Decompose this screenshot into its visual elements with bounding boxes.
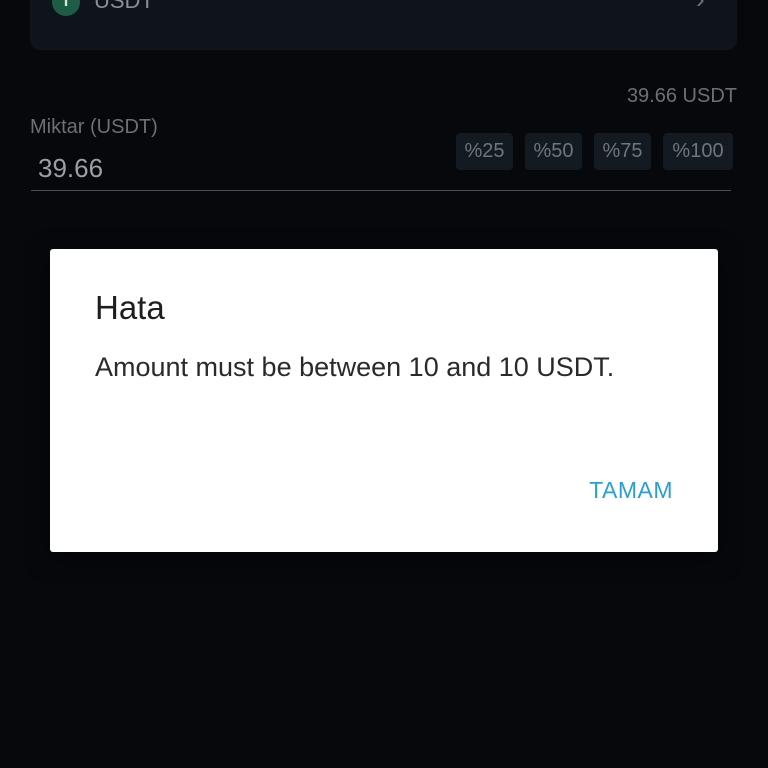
- asset-name: USDT: [94, 0, 154, 13]
- percent-100-button[interactable]: %100: [663, 133, 733, 170]
- percent-75-button[interactable]: %75: [594, 133, 651, 170]
- percent-25-button[interactable]: %25: [456, 133, 513, 170]
- amount-label: Miktar (USDT): [30, 116, 158, 138]
- error-dialog: Hata Amount must be between 10 and 10 US…: [50, 249, 718, 552]
- percent-buttons: %25 %50 %75 %100: [456, 133, 733, 170]
- dialog-message: Amount must be between 10 and 10 USDT.: [95, 352, 615, 382]
- ok-button[interactable]: TAMAM: [589, 477, 673, 504]
- chevron-right-icon: ›: [696, 0, 705, 12]
- percent-50-button[interactable]: %50: [525, 133, 582, 170]
- dialog-title: Hata: [95, 289, 165, 326]
- withdraw-screen: T USDT › 39.66 USDT Miktar (USDT) %25 %5…: [0, 0, 768, 768]
- available-balance: 39.66 USDT: [626, 85, 737, 107]
